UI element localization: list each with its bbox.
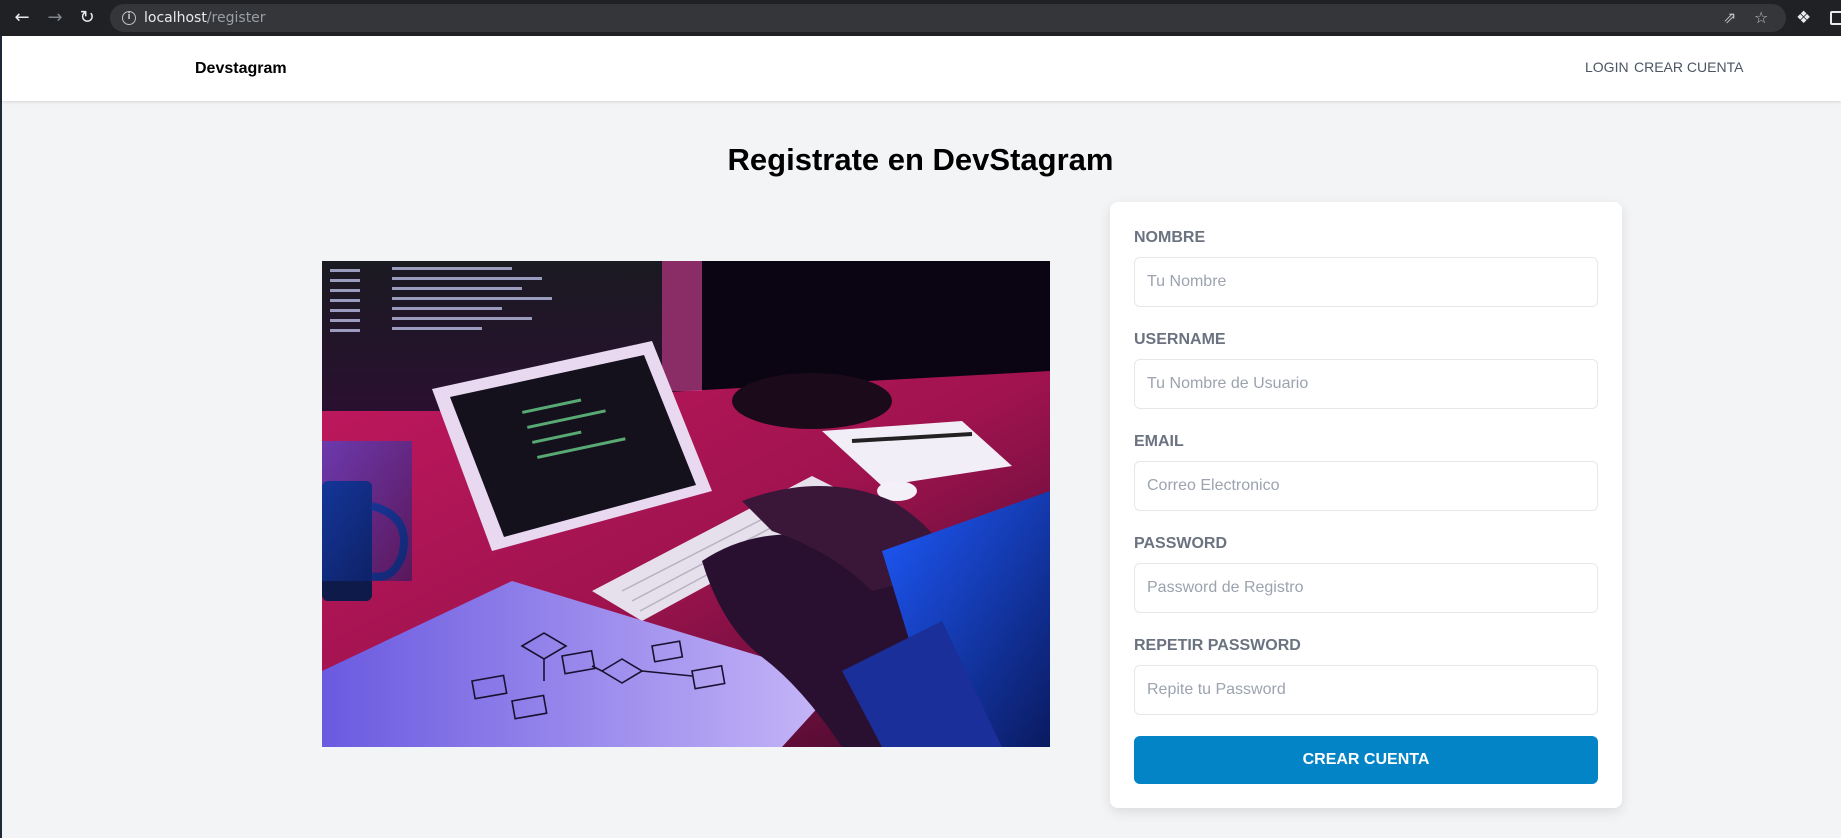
site-info-icon[interactable]: i	[122, 11, 136, 25]
nav-register-link[interactable]: CREAR CUENTA	[1634, 59, 1743, 75]
bookmark-star-icon[interactable]: ☆	[1754, 8, 1768, 28]
url-path: /register	[206, 10, 266, 26]
url-host: localhost	[144, 10, 207, 26]
name-label: NOMBRE	[1134, 229, 1206, 246]
password-label: PASSWORD	[1134, 535, 1228, 552]
nav-login-link[interactable]: LOGIN	[1585, 59, 1629, 75]
site-header: Devstagram LOGIN CREAR CUENTA	[2, 36, 1841, 101]
browser-toolbar: ← → ↻ i localhost/register ⇗ ☆ ❖	[0, 0, 1841, 36]
register-form: NOMBRE USERNAME EMAIL PASSWORD REPETIR P…	[1110, 202, 1622, 808]
workspace-photo	[322, 261, 1050, 747]
username-input[interactable]	[1134, 359, 1598, 409]
url-text[interactable]: localhost/register	[144, 10, 266, 26]
forward-arrow-icon[interactable]: →	[44, 7, 66, 29]
repeat-password-input[interactable]	[1134, 665, 1598, 715]
share-icon[interactable]: ⇗	[1723, 8, 1736, 28]
register-hero-image	[322, 261, 1050, 747]
repeat-password-label: REPETIR PASSWORD	[1134, 637, 1301, 654]
site-logo[interactable]: Devstagram	[195, 60, 287, 78]
password-input[interactable]	[1134, 563, 1598, 613]
back-arrow-icon[interactable]: ←	[11, 7, 33, 29]
username-label: USERNAME	[1134, 331, 1226, 348]
page-title: Registrate en DevStagram	[727, 142, 1114, 177]
name-input[interactable]	[1134, 257, 1598, 307]
email-input[interactable]	[1134, 461, 1598, 511]
side-panel-icon[interactable]	[1830, 11, 1841, 25]
email-label: EMAIL	[1134, 433, 1184, 450]
create-account-button[interactable]: CREAR CUENTA	[1134, 736, 1598, 784]
extensions-puzzle-icon[interactable]: ❖	[1796, 7, 1811, 29]
address-bar[interactable]: i localhost/register ⇗ ☆	[110, 4, 1786, 32]
reload-icon[interactable]: ↻	[76, 7, 98, 29]
